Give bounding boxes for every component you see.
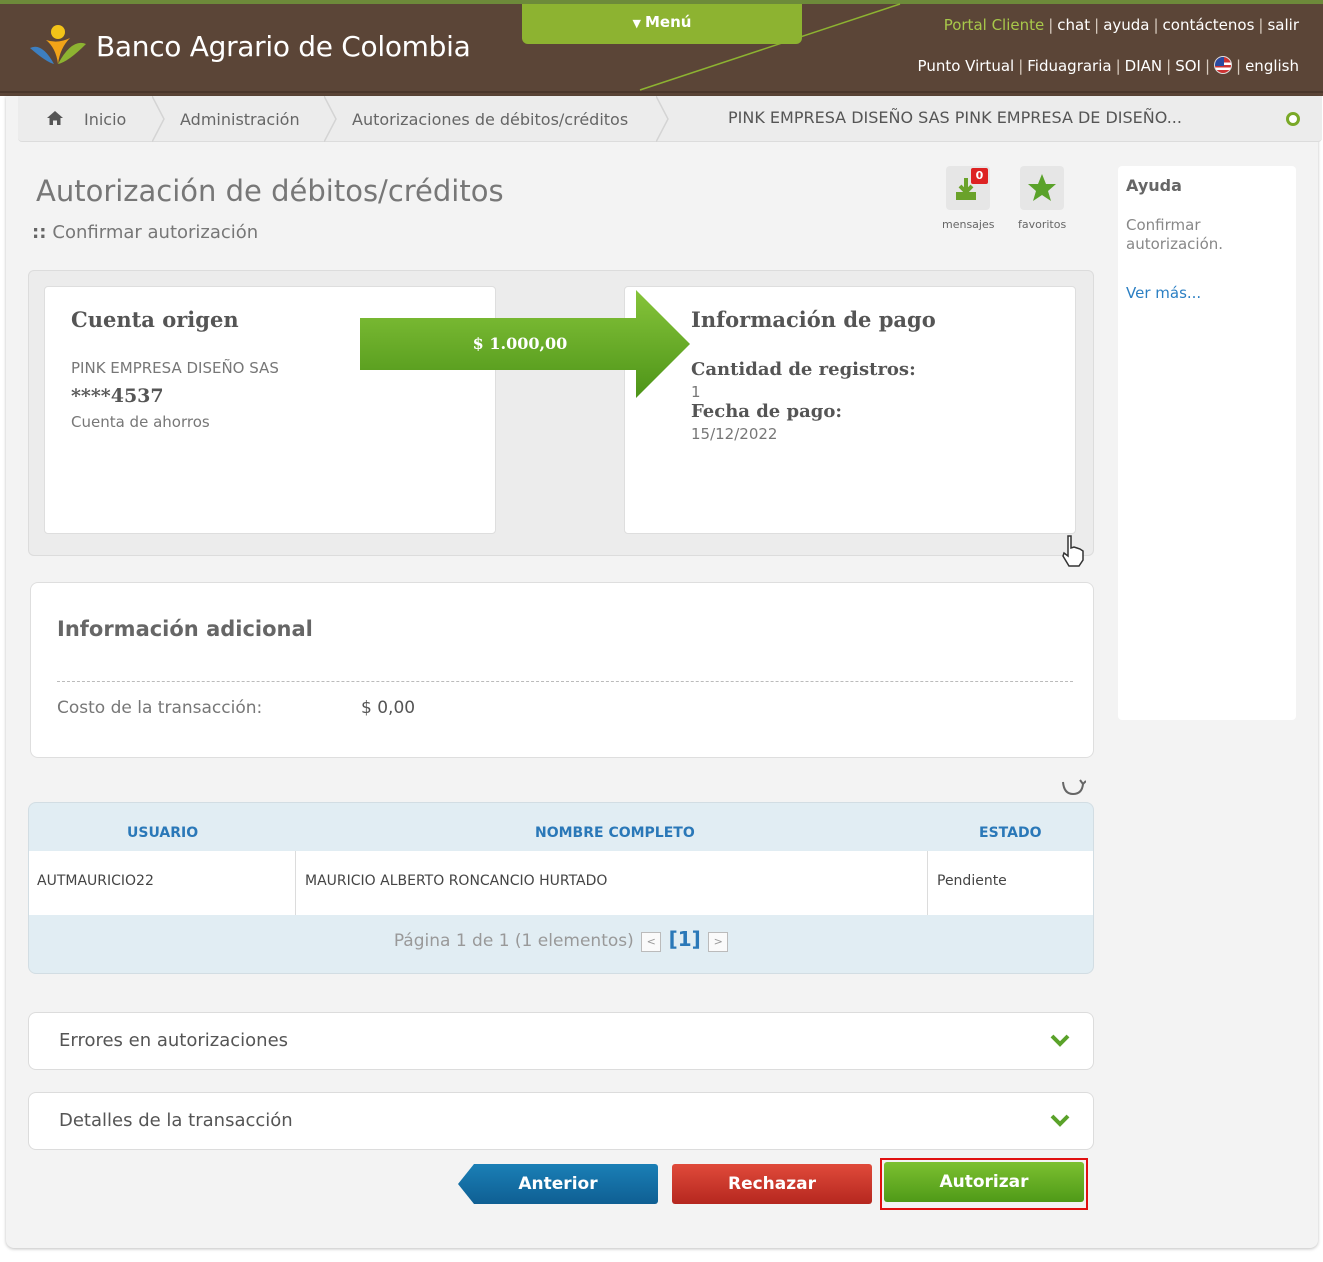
help-text: Confirmar autorización.	[1126, 216, 1224, 253]
divider	[57, 681, 1073, 682]
page-subtitle-text: Confirmar autorización	[52, 222, 259, 243]
authorizers-table: USUARIO NOMBRE COMPLETO ESTADO AUTMAURIC…	[28, 802, 1094, 974]
records-label: Cantidad de registros:	[691, 359, 916, 380]
page-subtitle: :: Confirmar autorización	[32, 222, 258, 243]
payment-title: Información de pago	[691, 307, 936, 332]
cost-value: $ 0,00	[361, 698, 416, 718]
favorites-label: favoritos	[1018, 218, 1067, 231]
accordion-errores-label: Errores en autorizaciones	[59, 1030, 289, 1051]
breadcrumb-separator	[152, 96, 165, 142]
help-title: Ayuda	[1126, 176, 1182, 195]
chevron-down-icon: ▼	[632, 17, 641, 30]
link-ayuda[interactable]: ayuda	[1103, 16, 1149, 34]
top-links: Portal Cliente | chat | ayuda | contáctenos | sa…	[943, 16, 1299, 34]
breadcrumb-separator	[324, 96, 337, 142]
origin-company: PINK EMPRESA DISEÑO SAS	[71, 359, 279, 377]
link-contactenos[interactable]: contáctenos	[1163, 16, 1255, 34]
brand-name[interactable]: Banco Agrario de Colombia	[96, 30, 471, 63]
additional-title: Información adicional	[57, 617, 313, 641]
breadcrumb-administracion[interactable]: Administración	[180, 110, 300, 129]
link-portal-cliente[interactable]: Portal Cliente	[944, 16, 1045, 34]
bank-logo-icon	[30, 25, 86, 64]
accordion-detalles[interactable]: Detalles de la transacción	[28, 1092, 1094, 1150]
cell-usuario: AUTMAURICIO22	[37, 873, 154, 889]
cell-divider	[295, 851, 296, 915]
link-salir[interactable]: salir	[1267, 16, 1299, 34]
payment-date-value: 15/12/2022	[691, 425, 778, 443]
help-panel: Ayuda Confirmar autorización. Ver más...	[1118, 166, 1296, 720]
payment-date-label: Fecha de pago:	[691, 401, 843, 422]
breadcrumb-autorizaciones[interactable]: Autorizaciones de débitos/créditos	[352, 110, 628, 129]
link-punto-virtual[interactable]: Punto Virtual	[918, 57, 1015, 75]
breadcrumb-separator	[656, 96, 669, 142]
additional-info-panel: Información adicional Costo de la transa…	[30, 582, 1094, 758]
link-fiduagraria[interactable]: Fiduagraria	[1027, 57, 1111, 75]
breadcrumb: Inicio Administración Autorizaciones de …	[18, 96, 1322, 142]
home-icon[interactable]	[46, 110, 64, 126]
chevron-down-icon	[1050, 1034, 1070, 1047]
cost-label: Costo de la transacción:	[57, 698, 263, 718]
previous-button[interactable]: Anterior	[458, 1164, 658, 1204]
breadcrumb-inicio[interactable]: Inicio	[84, 110, 126, 129]
secondary-links: Punto Virtual | Fiduagraria | DIAN | SOI | | engl…	[917, 56, 1299, 75]
next-page-button[interactable]: >	[708, 932, 729, 952]
prev-page-button[interactable]: <	[641, 932, 662, 952]
bullet-icon: ::	[32, 222, 47, 243]
link-soi[interactable]: SOI	[1175, 57, 1201, 75]
pagination: Página 1 de 1 (1 elementos) < [1] >	[29, 927, 1093, 952]
records-value: 1	[691, 383, 701, 401]
transfer-amount: $ 1.000,00	[472, 334, 568, 353]
page-title: Autorización de débitos/créditos	[36, 174, 504, 208]
authorize-button[interactable]: Autorizar	[884, 1162, 1084, 1202]
origin-account-type: Cuenta de ahorros	[71, 413, 210, 431]
origin-account-number: ****4537	[71, 385, 164, 407]
column-header-nombre[interactable]: NOMBRE COMPLETO	[535, 825, 695, 841]
pager-text: Página 1 de 1 (1 elementos)	[393, 931, 634, 951]
cell-divider	[927, 851, 928, 915]
messages-label: mensajes	[942, 218, 995, 231]
us-flag-icon	[1214, 56, 1233, 74]
refresh-icon[interactable]	[1060, 778, 1086, 798]
reject-button[interactable]: Rechazar	[672, 1164, 872, 1204]
link-dian[interactable]: DIAN	[1125, 57, 1162, 75]
accordion-errores[interactable]: Errores en autorizaciones	[28, 1012, 1094, 1070]
chevron-down-icon	[1050, 1114, 1070, 1127]
link-english[interactable]: english	[1245, 57, 1299, 75]
main-menu-button[interactable]: ▼ Menú	[522, 4, 802, 44]
hand-cursor-icon	[1062, 535, 1084, 567]
favorites-button[interactable]: favoritos	[1018, 166, 1066, 231]
column-header-usuario[interactable]: USUARIO	[127, 825, 198, 841]
messages-icon: 0	[946, 166, 991, 210]
status-dot-icon	[1286, 112, 1300, 126]
company-selector[interactable]: PINK EMPRESA DISEÑO SAS PINK EMPRESA DE …	[728, 108, 1182, 127]
messages-button[interactable]: 0 mensajes	[942, 166, 994, 231]
current-page[interactable]: [1]	[669, 927, 701, 951]
site-header: Banco Agrario de Colombia ▼ Menú Portal C…	[0, 0, 1323, 96]
cell-nombre: MAURICIO ALBERTO RONCANCIO HURTADO	[305, 873, 608, 889]
origin-title: Cuenta origen	[71, 307, 239, 332]
table-row[interactable]: AUTMAURICIO22 MAURICIO ALBERTO RONCANCIO…	[29, 851, 1093, 915]
help-more-link[interactable]: Ver más...	[1126, 284, 1201, 302]
accordion-detalles-label: Detalles de la transacción	[59, 1110, 293, 1131]
cell-estado: Pendiente	[937, 873, 1007, 889]
link-chat[interactable]: chat	[1057, 16, 1090, 34]
messages-count-badge: 0	[970, 168, 989, 184]
star-icon	[1020, 166, 1065, 210]
menu-label: Menú	[645, 13, 692, 31]
column-header-estado[interactable]: ESTADO	[979, 825, 1041, 841]
